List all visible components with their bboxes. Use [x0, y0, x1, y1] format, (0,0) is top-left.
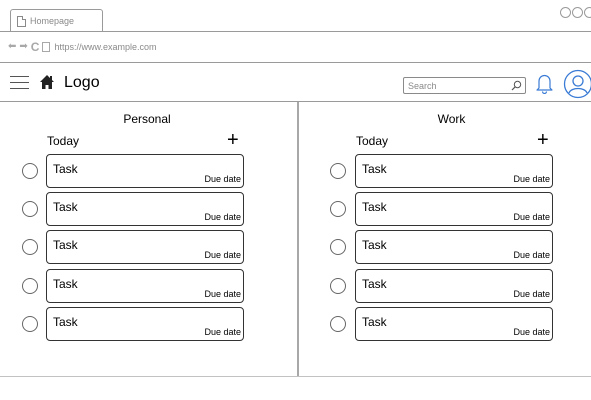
logo[interactable]: Logo — [64, 74, 100, 92]
document-icon — [42, 42, 51, 52]
browser-tab[interactable]: Homepage — [10, 9, 103, 32]
task-name: Task — [53, 200, 78, 214]
task-checkbox[interactable] — [22, 316, 38, 332]
task-name: Task — [53, 162, 78, 176]
task-checkbox[interactable] — [330, 163, 346, 179]
task-checkbox[interactable] — [22, 278, 38, 294]
task-checkbox[interactable] — [330, 201, 346, 217]
search-placeholder: Search — [408, 80, 437, 91]
task-card[interactable]: Task Due date — [46, 230, 244, 264]
list-item: Task Due date — [299, 192, 591, 226]
reload-icon[interactable]: C — [31, 40, 40, 54]
task-name: Task — [362, 277, 387, 291]
task-name: Task — [53, 315, 78, 329]
task-checkbox[interactable] — [330, 278, 346, 294]
window-controls — [560, 7, 591, 18]
list-item: Task Due date — [0, 230, 297, 264]
list-item: Task Due date — [299, 307, 591, 341]
divider — [0, 376, 591, 377]
task-checkbox[interactable] — [22, 239, 38, 255]
address-bar: ⬅ ➡ C https://www.example.com — [0, 32, 591, 62]
today-label: Today — [47, 134, 80, 148]
task-name: Task — [362, 162, 387, 176]
add-task-icon[interactable]: + — [537, 130, 549, 150]
task-name: Task — [53, 238, 78, 252]
forward-arrow-icon[interactable]: ➡ — [19, 42, 27, 52]
browser-tab-bar: Homepage — [0, 0, 591, 32]
task-checkbox[interactable] — [22, 201, 38, 217]
list-item: Task Due date — [299, 269, 591, 303]
window-control-icon[interactable] — [560, 7, 571, 18]
list-item: Task Due date — [0, 307, 297, 341]
browser-tab-title: Homepage — [30, 16, 75, 26]
task-due-date: Due date — [204, 289, 241, 299]
add-task-icon[interactable]: + — [227, 130, 239, 150]
task-card[interactable]: Task Due date — [355, 192, 553, 226]
task-due-date: Due date — [513, 250, 550, 260]
task-due-date: Due date — [204, 327, 241, 337]
task-due-date: Due date — [513, 174, 550, 184]
task-card[interactable]: Task Due date — [46, 307, 244, 341]
task-due-date: Due date — [204, 250, 241, 260]
window-control-icon[interactable] — [584, 7, 591, 18]
user-avatar-icon[interactable] — [563, 69, 591, 99]
list-item: Task Due date — [299, 230, 591, 264]
task-card[interactable]: Task Due date — [46, 269, 244, 303]
task-card[interactable]: Task Due date — [355, 269, 553, 303]
task-card[interactable]: Task Due date — [46, 192, 244, 226]
list-item: Task Due date — [0, 269, 297, 303]
search-input[interactable]: Search — [403, 77, 526, 94]
task-due-date: Due date — [513, 212, 550, 222]
home-icon[interactable] — [39, 74, 55, 90]
task-due-date: Due date — [204, 212, 241, 222]
task-name: Task — [362, 238, 387, 252]
bell-icon[interactable] — [535, 73, 554, 94]
search-icon[interactable] — [511, 80, 522, 91]
task-card[interactable]: Task Due date — [355, 307, 553, 341]
personal-column: Personal Today + Task Due date Task Due … — [0, 102, 297, 376]
task-name: Task — [362, 315, 387, 329]
task-card[interactable]: Task Due date — [355, 230, 553, 264]
list-item: Task Due date — [0, 154, 297, 188]
back-arrow-icon[interactable]: ⬅ — [8, 42, 16, 52]
task-due-date: Due date — [204, 174, 241, 184]
column-title: Personal — [123, 112, 171, 126]
window-control-icon[interactable] — [572, 7, 583, 18]
task-checkbox[interactable] — [22, 163, 38, 179]
task-checkbox[interactable] — [330, 239, 346, 255]
task-name: Task — [53, 277, 78, 291]
work-column: Work Today + Task Due date Task Due date… — [299, 102, 591, 376]
url-field[interactable]: https://www.example.com — [54, 42, 156, 52]
document-icon — [17, 15, 26, 27]
app-header: Logo Search — [0, 63, 591, 101]
list-item: Task Due date — [0, 192, 297, 226]
task-name: Task — [362, 200, 387, 214]
task-card[interactable]: Task Due date — [46, 154, 244, 188]
hamburger-menu-icon[interactable] — [10, 76, 29, 89]
list-item: Task Due date — [299, 154, 591, 188]
task-checkbox[interactable] — [330, 316, 346, 332]
task-card[interactable]: Task Due date — [355, 154, 553, 188]
task-due-date: Due date — [513, 327, 550, 337]
column-title: Work — [437, 112, 466, 126]
today-label: Today — [356, 134, 389, 148]
task-due-date: Due date — [513, 289, 550, 299]
